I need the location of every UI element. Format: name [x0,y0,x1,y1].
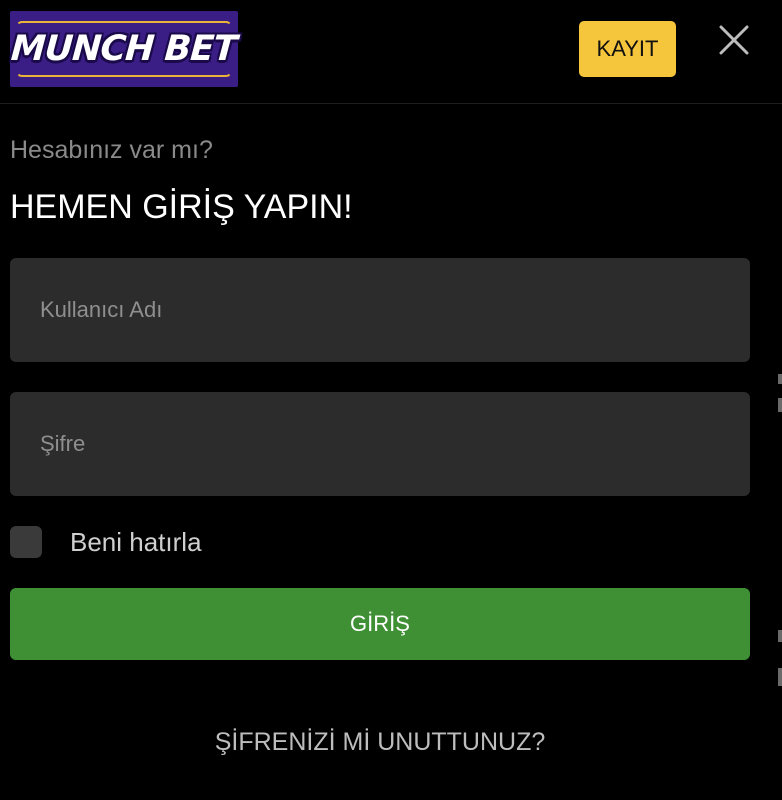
page-title: HEMEN GİRİŞ YAPIN! [10,188,353,226]
remember-label: Beni hatırla [70,526,202,557]
page-edge-mark [778,630,782,642]
remember-me[interactable]: Beni hatırla [10,526,202,558]
register-button[interactable]: KAYIT [579,21,676,77]
page-edge-mark [778,398,782,412]
close-button[interactable] [712,18,756,62]
logo-text: MUNCH BET [10,29,238,69]
page-edge-mark [778,668,782,686]
page-edge-mark [778,374,782,384]
close-icon [719,25,749,55]
login-button[interactable]: GİRİŞ [10,588,750,660]
header: MUNCH BET KAYIT [0,0,782,104]
forgot-password-link[interactable]: ŞİFRENİZİ Mİ UNUTTUNUZ? [0,728,760,757]
login-panel: MUNCH BET KAYIT Hesabınız var mı? HEMEN … [0,0,782,800]
login-subtitle: Hesabınız var mı? [10,136,213,164]
password-input[interactable] [10,392,750,496]
brand-logo[interactable]: MUNCH BET [10,11,238,87]
remember-checkbox[interactable] [10,526,42,558]
username-input[interactable] [10,258,750,362]
